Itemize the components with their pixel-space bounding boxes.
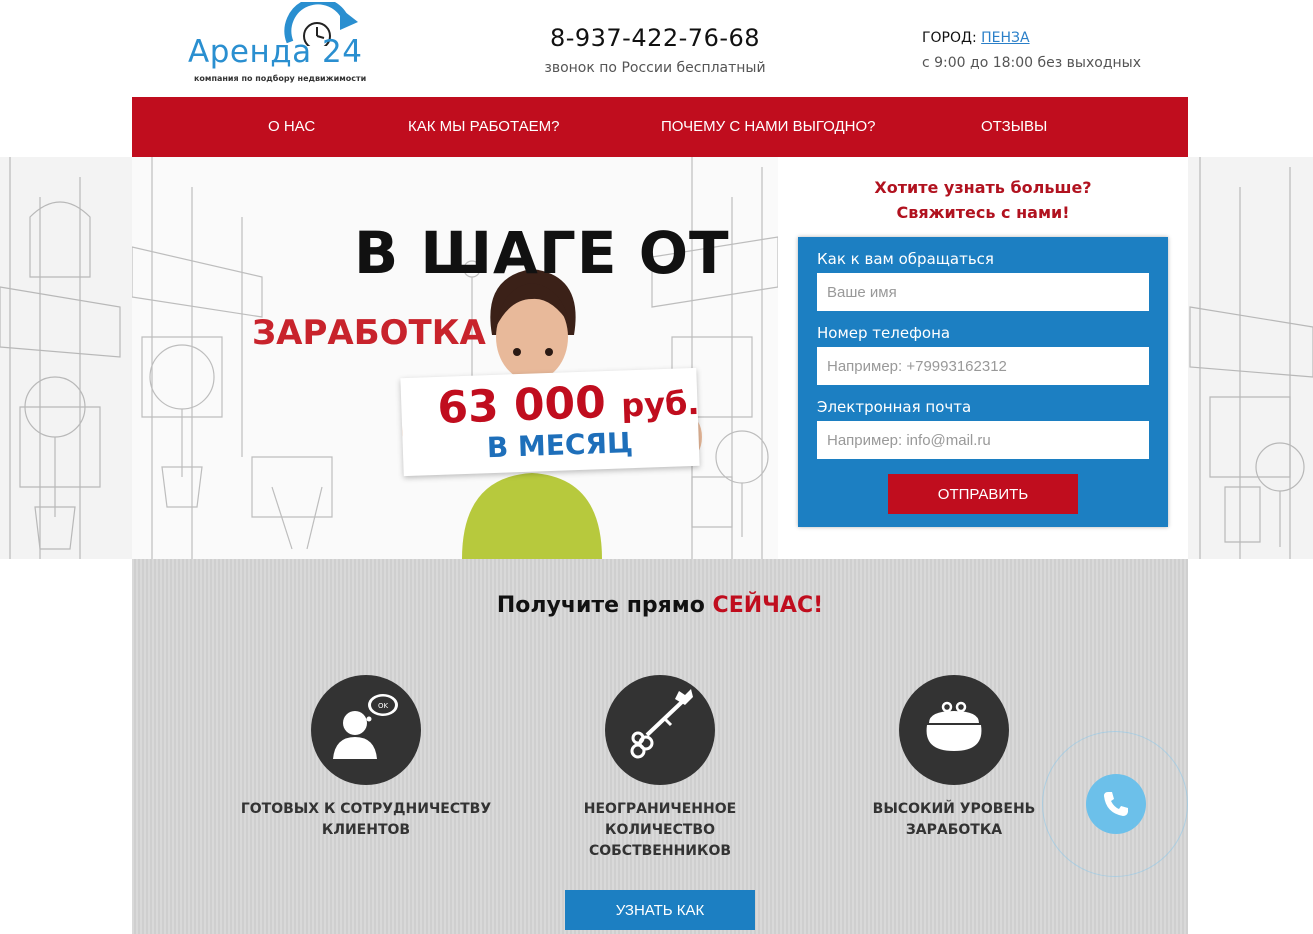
site-header: Аренда 24 компания по подбору недвижимос… [0,0,1313,97]
hero-title: В ШАГЕ ОТ [354,219,730,287]
street-sketch-illustration [132,157,778,559]
benefit-label-line1: ГОТОВЫХ К СОТРУДНИЧЕСТВУ [240,801,492,817]
name-label: Как к вам обращаться [817,250,994,268]
phone-input[interactable] [817,347,1149,385]
benefit-clients: OK ГОТОВЫХ К СОТРУДНИЧЕСТВУ КЛИЕНТОВ [236,675,496,841]
contact-form: Как к вам обращаться Номер телефона Элек… [798,237,1168,527]
benefit-label: ГОТОВЫХ К СОТРУДНИЧЕСТВУ КЛИЕНТОВ [236,799,496,841]
benefit-label-line1: НЕОГРАНИЧЕННОЕ КОЛИЧЕСТВО [583,801,737,838]
nav-item-why-us[interactable]: ПОЧЕМУ С НАМИ ВЫГОДНО? [661,97,876,157]
learn-how-button[interactable]: УЗНАТЬ КАК [565,890,755,930]
logo-wordmark: Аренда 24 [188,34,363,70]
purse-icon [899,675,1009,785]
logo-tagline: компания по подбору недвижимости [194,74,367,83]
benefit-label-line2: КЛИЕНТОВ [321,822,411,838]
working-hours: с 9:00 до 18:00 без выходных [922,55,1141,71]
contact-heading: Хотите узнать больше? Свяжитесь с нами! [790,175,1176,225]
income-amount: 63 000 руб. [436,377,701,434]
benefit-label: НЕОГРАНИЧЕННОЕ КОЛИЧЕСТВО СОБСТВЕННИКОВ [530,799,790,862]
email-input[interactable] [817,421,1149,459]
benefits-title: Получите прямо СЕЙЧАС! [496,593,824,618]
company-logo[interactable]: Аренда 24 компания по подбору недвижимос… [186,2,366,88]
benefit-label-line2: СОБСТВЕННИКОВ [588,843,732,859]
contact-heading-line1: Хотите узнать больше? [874,178,1092,197]
main-nav: О НАС КАК МЫ РАБОТАЕМ? ПОЧЕМУ С НАМИ ВЫГ… [132,97,1188,157]
client-chat-icon: OK [311,675,421,785]
callback-button[interactable] [1086,774,1146,834]
phone-label: Номер телефона [817,324,951,342]
nav-item-about[interactable]: О НАС [268,97,315,157]
hero-banner: В ШАГЕ ОТ ЗАРАБОТКА 63 000 руб. В МЕСЯЦ [132,157,778,559]
key-icon [605,675,715,785]
city-link[interactable]: ПЕНЗА [981,30,1029,46]
hero-section: В ШАГЕ ОТ ЗАРАБОТКА 63 000 руб. В МЕСЯЦ … [0,157,1313,559]
ok-bubble-text: OK [378,702,389,710]
name-input[interactable] [817,273,1149,311]
nav-item-how-we-work[interactable]: КАК МЫ РАБОТАЕМ? [408,97,559,157]
phone-handset-icon [1104,792,1128,816]
benefits-section: Получите прямо СЕЙЧАС! OK ГОТОВЫХ К СОТР… [132,559,1188,934]
income-period: В МЕСЯЦ [486,426,634,465]
benefit-owners: НЕОГРАНИЧЕННОЕ КОЛИЧЕСТВО СОБСТВЕННИКОВ [530,675,790,862]
hero-subtitle: ЗАРАБОТКА [252,313,486,353]
city-label: ГОРОД: [922,30,977,46]
phone-note: звонок по России бесплатный [544,60,766,76]
header-phone[interactable]: 8-937-422-76-68 [520,24,790,52]
income-sign: 63 000 руб. В МЕСЯЦ [400,367,701,477]
city-block: ГОРОД: ПЕНЗА с 9:00 до 18:00 без выходны… [922,30,1182,71]
contact-heading-line2: Свяжитесь с нами! [896,203,1070,222]
email-label: Электронная почта [817,398,972,416]
nav-item-reviews[interactable]: ОТЗЫВЫ [981,97,1047,157]
phone-block: 8-937-422-76-68 звонок по России бесплат… [520,24,790,76]
submit-button[interactable]: ОТПРАВИТЬ [888,474,1078,514]
city-line: ГОРОД: ПЕНЗА [922,30,1182,46]
